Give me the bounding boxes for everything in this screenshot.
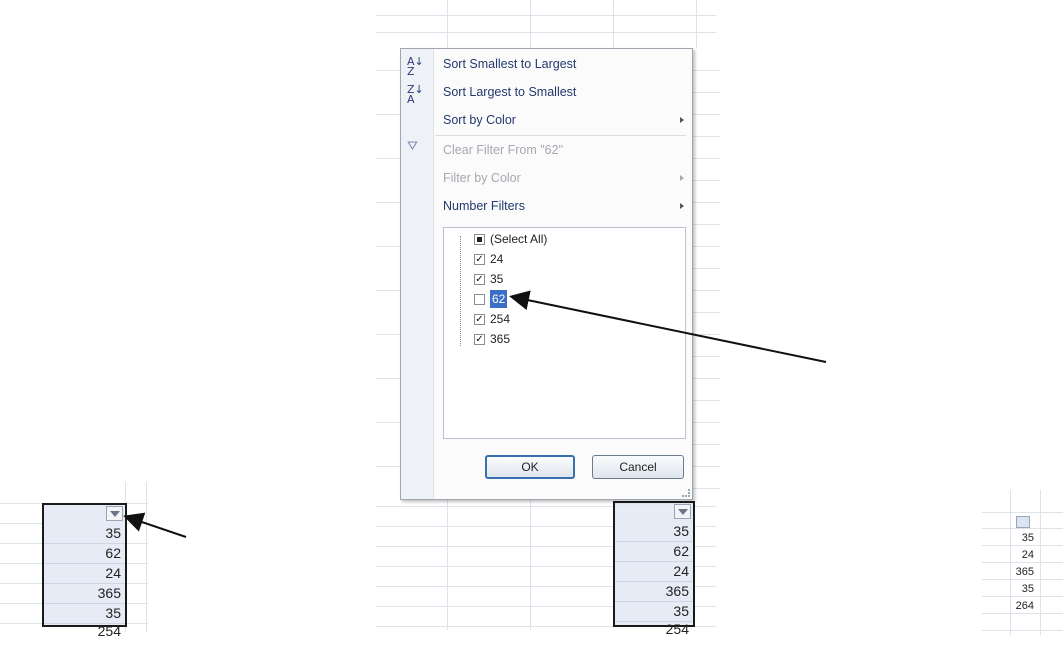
annotation-arrows — [123, 290, 827, 538]
arrow-to-filter-button — [123, 512, 187, 538]
arrow-to-unchecked-62 — [509, 290, 827, 363]
